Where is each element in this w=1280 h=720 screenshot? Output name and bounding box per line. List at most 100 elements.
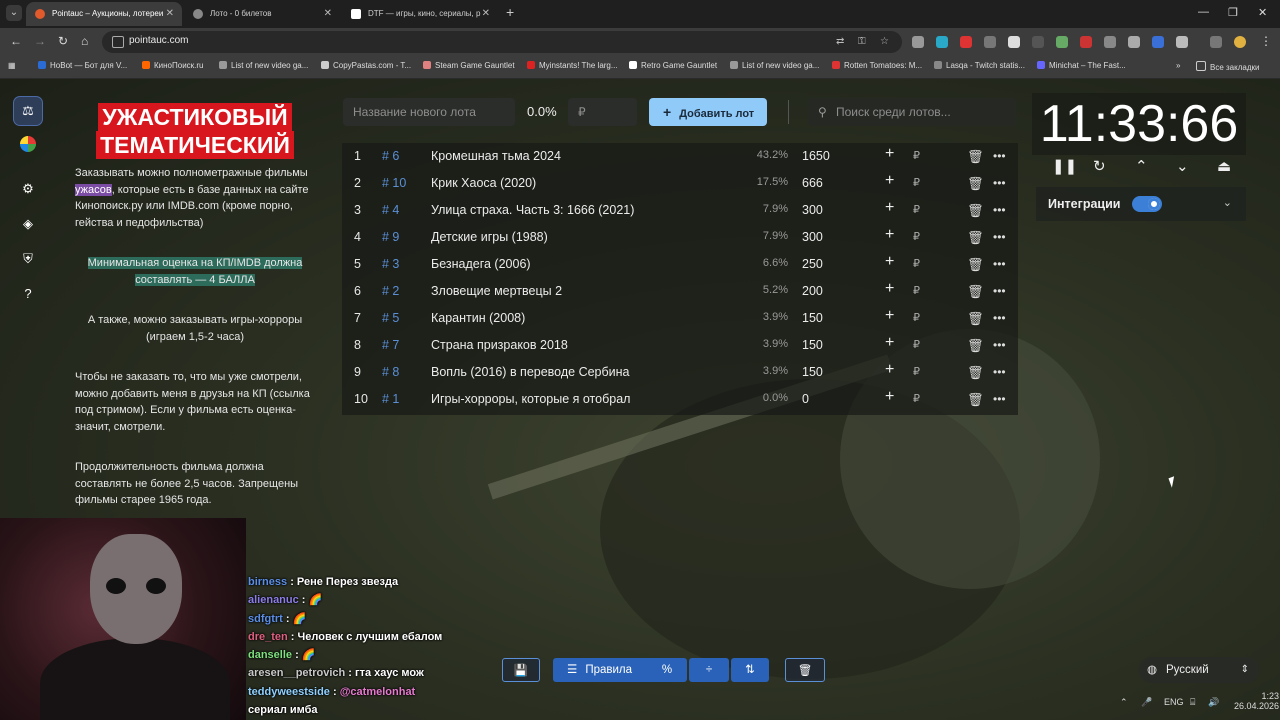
delete-lot-icon[interactable]: 🗑 [967, 149, 984, 165]
volume-icon[interactable]: 🔊 [1208, 697, 1219, 708]
add-amount-icon[interactable]: + [885, 388, 894, 406]
bookmark-item[interactable]: КиноПоиск.ru [142, 61, 204, 70]
integrations-toggle[interactable] [1132, 196, 1162, 212]
lot-row[interactable]: 7 # 5 Карантин (2008) 3.9% 150 + ₽ 🗑 ••• [342, 305, 1018, 332]
translate-icon[interactable]: ⇄ [836, 36, 844, 47]
add-amount-icon[interactable]: + [885, 253, 894, 271]
add-amount-icon[interactable]: + [885, 172, 894, 190]
keyboard-language[interactable]: ENG [1164, 697, 1184, 707]
add-amount-icon[interactable]: + [885, 361, 894, 379]
ruble-icon[interactable]: ₽ [913, 230, 920, 243]
bookmark-item[interactable]: Lasqa - Twitch statis... [934, 61, 1025, 70]
more-options-icon[interactable]: ••• [993, 311, 1006, 325]
extension-icon[interactable] [1128, 36, 1140, 48]
bookmark-item[interactable]: Steam Game Gauntlet [423, 61, 515, 70]
divide-button[interactable]: ÷ [689, 658, 729, 682]
decrease-time-icon[interactable]: ⌄ [1176, 157, 1189, 175]
integrations-panel[interactable]: Интеграции ⌄ [1036, 187, 1246, 221]
chevron-down-icon[interactable]: ⌄ [1223, 196, 1232, 209]
extension-icon[interactable] [984, 36, 996, 48]
delete-lot-icon[interactable]: 🗑 [967, 284, 984, 300]
more-options-icon[interactable]: ••• [993, 392, 1006, 406]
clock[interactable]: 1:23 26.04.2026 [1234, 691, 1279, 711]
pause-icon[interactable]: ❚❚ [1052, 157, 1077, 175]
ruble-icon[interactable]: ₽ [913, 203, 920, 216]
extension-icon[interactable] [1032, 36, 1044, 48]
save-button[interactable]: 💾 [502, 658, 540, 682]
forward-icon[interactable]: → [34, 34, 46, 48]
extension-icon[interactable] [960, 36, 972, 48]
tab-dtf[interactable]: DTF — игры, кино, сериалы, р ✕ [342, 2, 498, 26]
address-bar[interactable]: pointauc.com ⇄ ⚿ ☆ [102, 31, 902, 53]
bookmark-item[interactable]: CopyPastas.com - T... [321, 61, 411, 70]
close-window-icon[interactable]: ✕ [1258, 6, 1267, 19]
network-icon[interactable]: ⌸ [1190, 697, 1195, 708]
delete-lot-icon[interactable]: 🗑 [967, 338, 984, 354]
bookmark-item[interactable]: HoBot — Бот для V... [38, 61, 127, 70]
extension-icon[interactable] [1152, 36, 1164, 48]
more-options-icon[interactable]: ••• [993, 176, 1006, 190]
add-amount-icon[interactable]: + [885, 145, 894, 163]
more-bookmarks-icon[interactable]: » [1176, 61, 1180, 70]
bookmark-item[interactable]: Minichat – The Fast... [1037, 61, 1126, 70]
add-amount-icon[interactable]: + [885, 307, 894, 325]
extension-icon[interactable] [1080, 36, 1092, 48]
bookmark-item[interactable]: List of new video ga... [730, 61, 819, 70]
extension-icon[interactable] [1056, 36, 1068, 48]
site-info-icon[interactable] [112, 36, 124, 48]
browser-menu-icon[interactable]: ⋮ [1260, 34, 1272, 48]
sidebar-layers-button[interactable]: ◈ [14, 210, 42, 238]
tab-search-button[interactable]: ⌄ [6, 5, 22, 21]
delete-lot-icon[interactable]: 🗑 [967, 365, 984, 381]
more-options-icon[interactable]: ••• [993, 284, 1006, 298]
more-options-icon[interactable]: ••• [993, 149, 1006, 163]
ruble-icon[interactable]: ₽ [913, 311, 920, 324]
extensions-puzzle-icon[interactable] [1176, 36, 1188, 48]
back-icon[interactable]: ← [10, 34, 22, 48]
maximize-icon[interactable]: ❐ [1228, 6, 1238, 19]
extension-icon[interactable] [912, 36, 924, 48]
all-bookmarks-folder[interactable]: Все закладки [1196, 61, 1259, 72]
lot-row[interactable]: 9 # 8 Вопль (2016) в переводе Сербина 3.9% 1… [342, 359, 1018, 386]
lot-row[interactable]: 6 # 2 Зловещие мертвецы 2 5.2% 200 + ₽ 🗑 ••• [342, 278, 1018, 305]
bookmark-item[interactable]: Myinstants! The larg... [527, 61, 618, 70]
more-options-icon[interactable]: ••• [993, 203, 1006, 217]
reading-list-icon[interactable] [1210, 36, 1222, 48]
tab-pointauc[interactable]: Pointauc – Аукционы, лотереи ✕ [26, 2, 182, 26]
more-options-icon[interactable]: ••• [993, 230, 1006, 244]
tab-loto[interactable]: Лото - 0 билетов ✕ [184, 2, 340, 26]
language-selector[interactable]: ◍ Русский ⇕ [1139, 657, 1259, 683]
apps-grid-icon[interactable]: ▦ [8, 61, 16, 70]
lot-row[interactable]: 3 # 4 Улица страха. Часть 3: 1666 (2021) 7.… [342, 197, 1018, 224]
lot-row[interactable]: 8 # 7 Страна призраков 2018 3.9% 150 + ₽ 🗑 ••• [342, 332, 1018, 359]
sidebar-wheel-button[interactable] [14, 131, 42, 159]
tray-chevron-icon[interactable]: ⌃ [1120, 697, 1128, 708]
bookmark-item[interactable]: List of new video ga... [219, 61, 308, 70]
bookmark-star-icon[interactable]: ☆ [880, 36, 889, 47]
new-lot-input[interactable]: Название нового лота [343, 98, 515, 126]
bookmark-item[interactable]: Rotten Tomatoes: M... [832, 61, 922, 70]
sidebar-settings-button[interactable]: ⚙ [14, 175, 42, 203]
microphone-icon[interactable]: 🎤 [1141, 697, 1152, 708]
new-tab-button[interactable]: + [506, 4, 514, 20]
delete-lot-icon[interactable]: 🗑 [967, 230, 984, 246]
minimize-icon[interactable]: — [1198, 6, 1209, 18]
delete-lot-icon[interactable]: 🗑 [967, 311, 984, 327]
reload-icon[interactable]: ↻ [58, 34, 68, 48]
profile-avatar-icon[interactable] [1234, 36, 1246, 48]
add-amount-icon[interactable]: + [885, 334, 894, 352]
ruble-icon[interactable]: ₽ [913, 257, 920, 270]
extension-icon[interactable] [1104, 36, 1116, 48]
extension-icon[interactable] [1008, 36, 1020, 48]
close-tab-icon[interactable]: ✕ [166, 2, 174, 26]
extension-icon[interactable] [936, 36, 948, 48]
close-tab-icon[interactable]: ✕ [324, 2, 332, 26]
ruble-icon[interactable]: ₽ [913, 176, 920, 189]
add-lot-button[interactable]: + Добавить лот [649, 98, 767, 126]
increase-time-icon[interactable]: ⌃ [1135, 157, 1148, 175]
delete-lot-icon[interactable]: 🗑 [967, 176, 984, 192]
percent-button[interactable]: % [647, 658, 687, 682]
lot-row[interactable]: 2 # 10 Крик Хаоса (2020) 17.5% 666 + ₽ 🗑 ••• [342, 170, 1018, 197]
lot-row[interactable]: 10 # 1 Игры-хорроры, которые я отобрал 0.0%… [342, 386, 1018, 413]
reset-timer-icon[interactable]: ↻ [1093, 157, 1106, 175]
